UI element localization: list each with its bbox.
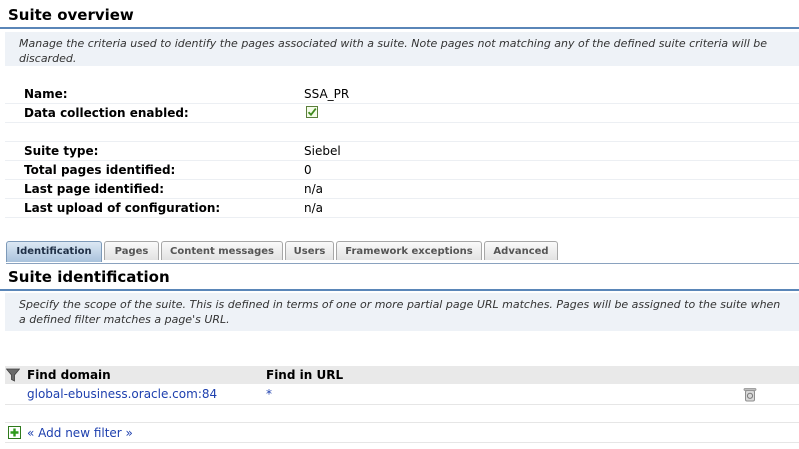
field-value: 0 <box>304 163 312 177</box>
data-collection-checkbox[interactable] <box>306 106 318 118</box>
field-row-suite-type: Suite type: Siebel <box>5 142 799 161</box>
field-label: Last page identified: <box>24 182 165 196</box>
tab-identification[interactable]: Identification <box>6 241 102 262</box>
field-row-total-pages: Total pages identified: 0 <box>5 161 799 180</box>
tab-content-messages[interactable]: Content messages <box>161 241 283 260</box>
field-row-spacer <box>5 123 799 142</box>
suite-identification-description: Specify the scope of the suite. This is … <box>5 293 799 331</box>
field-label: Data collection enabled: <box>24 106 189 120</box>
field-row-last-page: Last page identified: n/a <box>5 180 799 199</box>
field-value: n/a <box>304 201 324 215</box>
field-value: Siebel <box>304 144 341 158</box>
filter-icon[interactable] <box>6 368 20 382</box>
tab-framework-exceptions[interactable]: Framework exceptions <box>336 241 482 260</box>
column-header-find-domain[interactable]: Find domain <box>27 368 111 382</box>
field-label: Last upload of configuration: <box>24 201 221 215</box>
suite-overview-description: Manage the criteria used to identify the… <box>5 32 799 66</box>
suite-identification-title: Suite identification <box>0 262 799 291</box>
field-value: SSA_PR <box>304 87 350 101</box>
field-label: Name: <box>24 87 68 101</box>
column-header-find-in-url[interactable]: Find in URL <box>266 368 343 382</box>
field-value: n/a <box>304 182 324 196</box>
tab-bar: Identification Pages Content messages Us… <box>6 241 799 264</box>
suite-overview-title: Suite overview <box>0 0 799 29</box>
tab-pages[interactable]: Pages <box>104 241 159 260</box>
table-row: global-ebusiness.oracle.com:84 * <box>5 384 799 405</box>
field-row-name: Name: SSA_PR <box>5 85 799 104</box>
tab-users[interactable]: Users <box>285 241 334 260</box>
add-filter-row: « Add new filter » <box>5 422 799 443</box>
find-in-url-link[interactable]: * <box>266 387 272 401</box>
delete-icon[interactable] <box>743 387 757 402</box>
plus-icon[interactable] <box>8 426 21 439</box>
field-label: Suite type: <box>24 144 99 158</box>
add-new-filter-link[interactable]: « Add new filter » <box>27 426 133 440</box>
checkmark-icon <box>307 108 317 117</box>
field-row-last-upload: Last upload of configuration: n/a <box>5 199 799 218</box>
filters-table-header: Find domain Find in URL <box>5 366 799 384</box>
tab-advanced[interactable]: Advanced <box>484 241 558 260</box>
find-domain-link[interactable]: global-ebusiness.oracle.com:84 <box>27 387 217 401</box>
field-row-data-collection: Data collection enabled: <box>5 104 799 123</box>
field-label: Total pages identified: <box>24 163 176 177</box>
